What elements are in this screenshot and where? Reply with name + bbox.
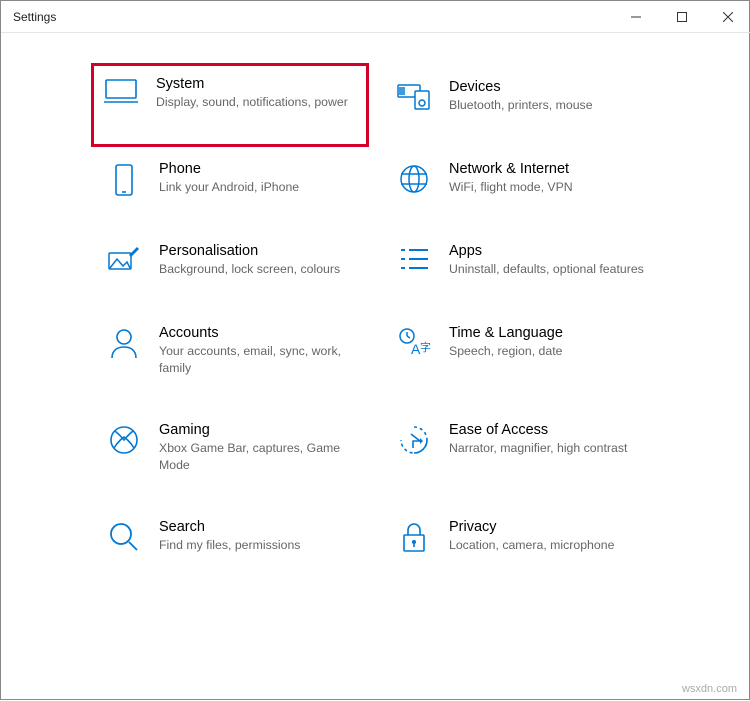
tile-desc: Uninstall, defaults, optional features: [449, 261, 645, 278]
tile-title: Personalisation: [159, 243, 355, 259]
phone-icon: [107, 163, 141, 197]
tile-title: Apps: [449, 243, 645, 259]
apps-icon: [397, 245, 431, 279]
maximize-icon: [677, 12, 687, 22]
ease-icon: [397, 424, 431, 458]
tile-desc: Your accounts, email, sync, work, family: [159, 343, 355, 376]
tile-time-language[interactable]: A 字 Time & Language Speech, region, date: [391, 319, 651, 382]
tile-search[interactable]: Search Find my files, permissions: [101, 513, 361, 561]
tile-privacy[interactable]: Privacy Location, camera, microphone: [391, 513, 651, 561]
tile-title: Ease of Access: [449, 422, 645, 438]
tile-desc: Speech, region, date: [449, 343, 645, 360]
tile-desc: Location, camera, microphone: [449, 537, 645, 554]
tile-apps[interactable]: Apps Uninstall, defaults, optional featu…: [391, 237, 651, 285]
tile-accounts[interactable]: Accounts Your accounts, email, sync, wor…: [101, 319, 361, 382]
tile-title: Devices: [449, 79, 645, 95]
tile-gaming[interactable]: Gaming Xbox Game Bar, captures, Game Mod…: [101, 416, 361, 479]
tile-devices[interactable]: Devices Bluetooth, printers, mouse: [391, 73, 651, 121]
window-title: Settings: [1, 10, 68, 24]
svg-text:字: 字: [420, 340, 431, 354]
titlebar: Settings: [1, 1, 750, 33]
tile-title: Privacy: [449, 519, 645, 535]
tile-title: System: [156, 76, 358, 92]
system-icon: [104, 78, 138, 112]
lock-icon: [397, 521, 431, 555]
minimize-icon: [631, 12, 641, 22]
search-icon: [107, 521, 141, 555]
tile-title: Time & Language: [449, 325, 645, 341]
minimize-button[interactable]: [613, 1, 659, 33]
tile-desc: Bluetooth, printers, mouse: [449, 97, 645, 114]
watermark: wsxdn.com: [682, 683, 737, 695]
time-language-icon: A 字: [397, 327, 431, 361]
globe-icon: [397, 163, 431, 197]
tile-desc: Xbox Game Bar, captures, Game Mode: [159, 440, 355, 473]
person-icon: [107, 327, 141, 361]
tile-phone[interactable]: Phone Link your Android, iPhone: [101, 155, 361, 203]
tile-title: Phone: [159, 161, 355, 177]
settings-grid: System Display, sound, notifications, po…: [1, 33, 750, 581]
maximize-button[interactable]: [659, 1, 705, 33]
tile-desc: Link your Android, iPhone: [159, 179, 355, 196]
tile-ease-of-access[interactable]: Ease of Access Narrator, magnifier, high…: [391, 416, 651, 479]
tile-personalisation[interactable]: Personalisation Background, lock screen,…: [101, 237, 361, 285]
tile-desc: WiFi, flight mode, VPN: [449, 179, 645, 196]
xbox-icon: [107, 424, 141, 458]
tile-title: Accounts: [159, 325, 355, 341]
tile-desc: Background, lock screen, colours: [159, 261, 355, 278]
paint-icon: [107, 245, 141, 279]
tile-title: Network & Internet: [449, 161, 645, 177]
devices-icon: [397, 81, 431, 115]
tile-title: Gaming: [159, 422, 355, 438]
tile-desc: Narrator, magnifier, high contrast: [449, 440, 645, 457]
tile-desc: Display, sound, notifications, power: [156, 94, 358, 111]
close-icon: [723, 12, 733, 22]
tile-title: Search: [159, 519, 355, 535]
tile-system[interactable]: System Display, sound, notifications, po…: [91, 63, 369, 147]
tile-network[interactable]: Network & Internet WiFi, flight mode, VP…: [391, 155, 651, 203]
close-button[interactable]: [705, 1, 750, 33]
tile-desc: Find my files, permissions: [159, 537, 355, 554]
